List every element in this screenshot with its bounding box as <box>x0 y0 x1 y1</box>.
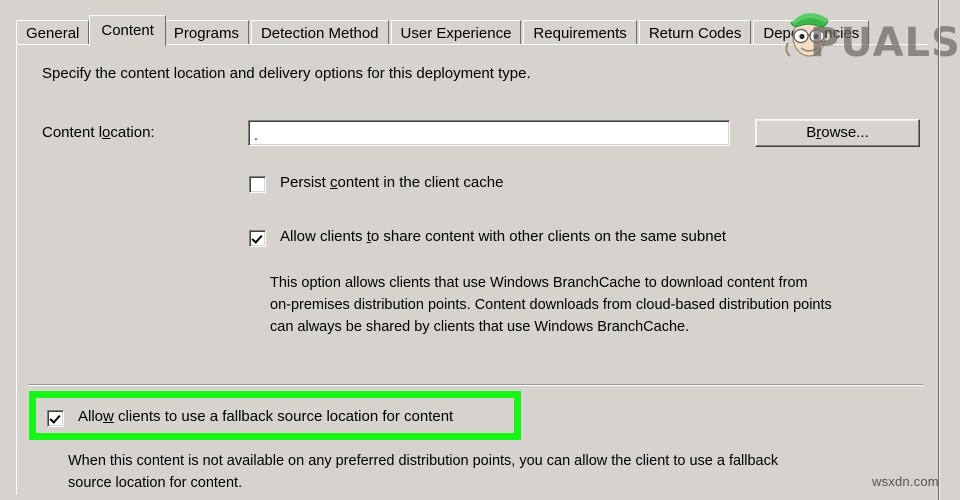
tab-dependencies[interactable]: Dependencies <box>753 20 870 46</box>
content-location-label: Content location: <box>42 124 155 141</box>
tab-user-experience[interactable]: User Experience <box>390 20 522 46</box>
persist-content-checkbox-row[interactable]: Persist content in the client cache <box>249 174 503 193</box>
fallback-note: When this content is not available on an… <box>68 450 928 494</box>
share-content-label-pre: Allow clients <box>280 228 367 245</box>
tab-programs[interactable]: Programs <box>163 20 249 46</box>
fallback-note-line2: source location for content. <box>68 475 243 491</box>
tab-content[interactable]: Content <box>89 15 166 48</box>
content-location-label-pre: Content l <box>42 124 103 141</box>
fallback-source-checkbox[interactable] <box>47 410 64 427</box>
deployment-type-properties-dialog: General Content Programs Detection Metho… <box>0 0 960 500</box>
share-content-checkbox-row[interactable]: Allow clients to share content with othe… <box>249 228 726 247</box>
tab-strip: General Content Programs Detection Metho… <box>16 13 928 48</box>
source-watermark: wsxdn.com <box>872 474 939 489</box>
branchcache-note-line1: This option allows clients that use Wind… <box>270 275 808 291</box>
fallback-source-checkbox-row[interactable]: Allow clients to use a fallback source l… <box>47 408 453 427</box>
persist-content-label-accel: c <box>330 174 338 191</box>
content-location-input[interactable] <box>248 120 730 146</box>
persist-content-label-post: ontent in the client cache <box>337 174 504 191</box>
section-divider <box>28 384 923 386</box>
window-right-border <box>938 0 940 500</box>
fallback-source-label-post: clients to use a fallback source locatio… <box>113 408 454 425</box>
branchcache-note-line2: on-premises distribution points. Content… <box>270 297 832 313</box>
persist-content-checkbox[interactable] <box>249 176 266 193</box>
branchcache-note-line3: can always be shared by clients that use… <box>270 319 690 335</box>
tab-return-codes[interactable]: Return Codes <box>638 20 752 46</box>
browse-button-post: owse... <box>821 124 869 141</box>
browse-button[interactable]: Browse... <box>755 119 920 147</box>
browse-button-pre: B <box>806 124 817 141</box>
share-content-checkbox[interactable] <box>249 230 266 247</box>
persist-content-label: Persist content in the client cache <box>280 174 503 191</box>
page-description: Specify the content location and deliver… <box>42 65 531 82</box>
share-content-label-post: o share content with other clients on th… <box>370 228 727 245</box>
fallback-source-label: Allow clients to use a fallback source l… <box>78 408 453 425</box>
tab-detection-method[interactable]: Detection Method <box>250 20 389 46</box>
fallback-note-line1: When this content is not available on an… <box>68 453 779 469</box>
tab-general[interactable]: General <box>16 20 90 46</box>
fallback-source-label-accel: w <box>103 408 114 425</box>
fallback-source-label-pre: Allo <box>78 408 104 425</box>
tab-requirements[interactable]: Requirements <box>523 20 637 46</box>
share-content-label: Allow clients to share content with othe… <box>280 228 726 245</box>
content-location-label-post: cation: <box>110 124 155 141</box>
branchcache-note: This option allows clients that use Wind… <box>270 272 930 338</box>
persist-content-label-pre: Persist <box>280 174 331 191</box>
